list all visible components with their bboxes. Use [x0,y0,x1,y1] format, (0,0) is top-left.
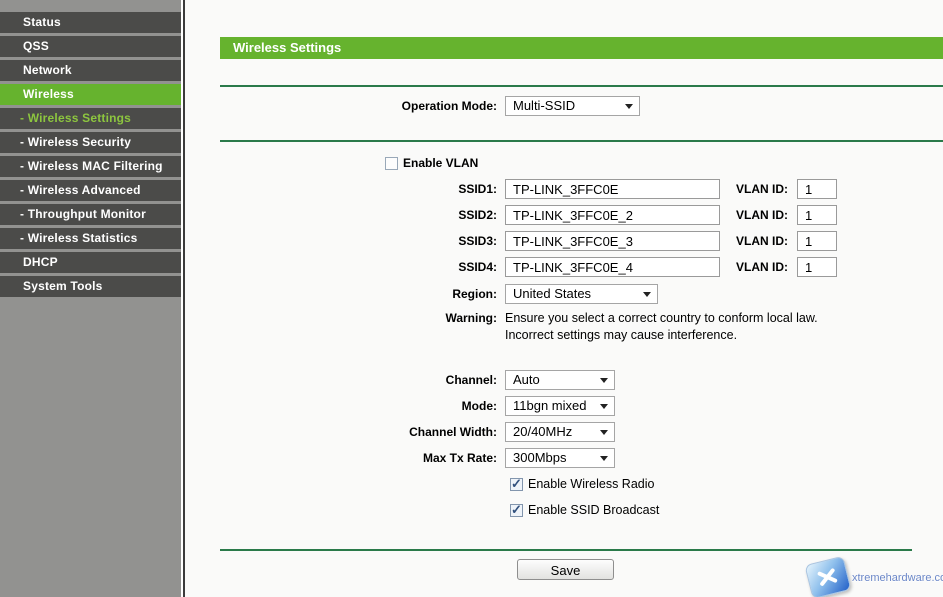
page-title: Wireless Settings [220,37,943,59]
vlan-id-4-input[interactable] [797,257,837,277]
checkmark-icon: ✓ [511,502,522,517]
warning-line-2: Incorrect settings may cause interferenc… [505,327,818,344]
content-panel: Wireless Settings Operation Mode: Multi-… [185,0,943,597]
sidebar-item-dhcp[interactable]: DHCP [0,252,181,273]
operation-mode-label: Operation Mode: [185,96,497,116]
operation-mode-select[interactable]: Multi-SSID [505,96,640,116]
ssid4-input[interactable] [505,257,720,277]
vlan-id-1-label: VLAN ID: [725,179,788,199]
watermark-text: xtremehardware.com [852,572,943,584]
section-divider-top [220,85,943,87]
ssid2-label: SSID2: [185,205,497,225]
vlan-id-2-label: VLAN ID: [725,205,788,225]
section-divider-bottom [220,549,912,551]
enable-ssid-broadcast-row: ✓ Enable SSID Broadcast [510,503,659,517]
dropdown-arrow-icon [643,292,651,297]
region-label: Region: [185,284,497,304]
channel-select[interactable]: Auto [505,370,615,390]
sidebar-item-system-tools[interactable]: System Tools [0,276,181,297]
warning-line-1: Ensure you select a correct country to c… [505,310,818,327]
sidebar-item-network[interactable]: Network [0,60,181,81]
router-admin-page: Status QSS Network Wireless - Wireless S… [0,0,943,597]
sidebar-item-qss[interactable]: QSS [0,36,181,57]
mode-value: 11bgn mixed [513,398,586,413]
enable-wireless-radio-row: ✓ Enable Wireless Radio [510,477,654,491]
mode-select[interactable]: 11bgn mixed [505,396,615,416]
ssid3-label: SSID3: [185,231,497,251]
channel-width-value: 20/40MHz [513,424,572,439]
enable-ssid-broadcast-label: Enable SSID Broadcast [528,503,659,517]
vlan-id-1-input[interactable] [797,179,837,199]
sidebar-item-wireless-security[interactable]: - Wireless Security [0,132,181,153]
mode-label: Mode: [185,396,497,416]
operation-mode-value: Multi-SSID [513,98,575,113]
channel-width-select[interactable]: 20/40MHz [505,422,615,442]
enable-vlan-label: Enable VLAN [403,156,478,170]
vlan-id-3-label: VLAN ID: [725,231,788,251]
warning-text: Ensure you select a correct country to c… [505,310,818,344]
enable-wireless-radio-label: Enable Wireless Radio [528,477,654,491]
sidebar-item-wireless-advanced[interactable]: - Wireless Advanced [0,180,181,201]
max-tx-rate-select[interactable]: 300Mbps [505,448,615,468]
dropdown-arrow-icon [600,378,608,383]
enable-wireless-radio-checkbox[interactable]: ✓ [510,478,523,491]
sidebar-item-wireless-mac-filtering[interactable]: - Wireless MAC Filtering [0,156,181,177]
ssid1-input[interactable] [505,179,720,199]
save-button[interactable]: Save [517,559,614,580]
vlan-id-4-label: VLAN ID: [725,257,788,277]
vlan-id-3-input[interactable] [797,231,837,251]
warning-label: Warning: [185,310,497,327]
enable-vlan-row: ✓ Enable VLAN [385,156,478,170]
dropdown-arrow-icon [600,456,608,461]
channel-width-label: Channel Width: [185,422,497,442]
ssid3-input[interactable] [505,231,720,251]
enable-ssid-broadcast-checkbox[interactable]: ✓ [510,504,523,517]
sidebar-item-wireless-settings[interactable]: - Wireless Settings [0,108,181,129]
max-tx-rate-label: Max Tx Rate: [185,448,497,468]
dropdown-arrow-icon [625,104,633,109]
ssid2-input[interactable] [505,205,720,225]
sidebar-item-status[interactable]: Status [0,12,181,33]
region-value: United States [513,286,591,301]
dropdown-arrow-icon [600,404,608,409]
xtremehardware-logo-icon [804,556,851,597]
sidebar-menu: Status QSS Network Wireless - Wireless S… [0,0,181,297]
channel-value: Auto [513,372,540,387]
section-divider-mid [220,140,943,142]
region-select[interactable]: United States [505,284,658,304]
sidebar: Status QSS Network Wireless - Wireless S… [0,0,181,597]
checkmark-icon: ✓ [511,476,522,491]
ssid1-label: SSID1: [185,179,497,199]
channel-label: Channel: [185,370,497,390]
vlan-id-2-input[interactable] [797,205,837,225]
enable-vlan-checkbox[interactable]: ✓ [385,157,398,170]
sidebar-item-wireless-statistics[interactable]: - Wireless Statistics [0,228,181,249]
dropdown-arrow-icon [600,430,608,435]
ssid4-label: SSID4: [185,257,497,277]
sidebar-item-throughput-monitor[interactable]: - Throughput Monitor [0,204,181,225]
max-tx-rate-value: 300Mbps [513,450,566,465]
sidebar-item-wireless[interactable]: Wireless [0,84,181,105]
